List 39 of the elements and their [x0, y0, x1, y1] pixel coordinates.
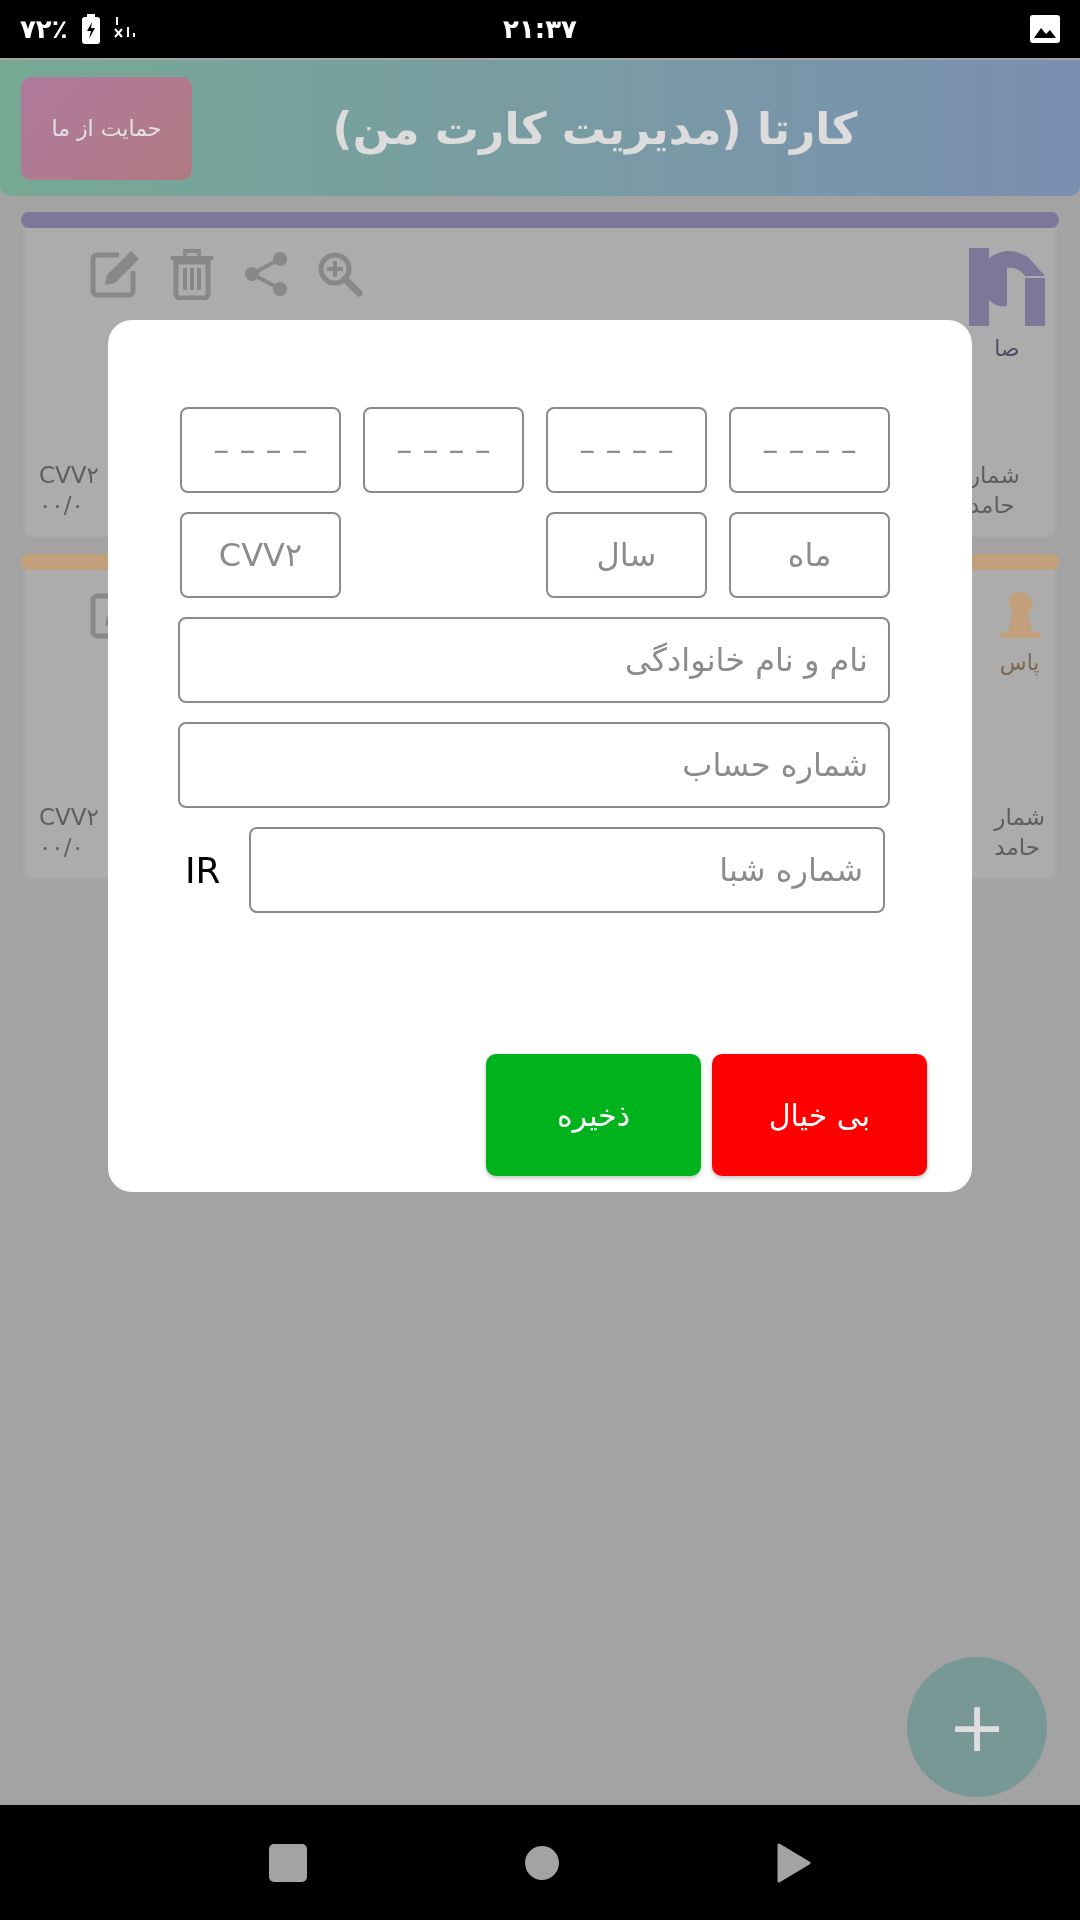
- input-field[interactable]: نام و نام خانوادگی: [178, 617, 890, 703]
- input-field[interactable]: شماره شبا: [248, 827, 885, 913]
- input-field[interactable]: CVV۲: [180, 512, 341, 598]
- battery-icon: [81, 14, 100, 44]
- card-detail: شمار: [969, 462, 1020, 488]
- card-detail: حامد: [969, 492, 1015, 518]
- input-field[interactable]: ماه: [729, 512, 890, 598]
- logo-icon: [969, 248, 1045, 326]
- image-icon: [1030, 15, 1060, 43]
- card-detail: حامد: [994, 834, 1040, 860]
- bank-name: پاس: [999, 650, 1040, 675]
- input-field[interactable]: – – – –: [546, 407, 707, 493]
- share-icon[interactable]: [243, 251, 289, 297]
- input-field[interactable]: – – – –: [180, 407, 341, 493]
- logo-icon: [997, 590, 1042, 640]
- zoom-in-icon[interactable]: [317, 251, 363, 297]
- card-detail: CVV۲: [39, 462, 100, 488]
- input-field[interactable]: – – – –: [729, 407, 890, 493]
- iban-prefix: IR: [185, 849, 221, 891]
- battery-percent: ۷۲٪: [20, 14, 68, 44]
- cancel-button[interactable]: بی خیال: [712, 1054, 927, 1176]
- home-button[interactable]: [525, 1845, 559, 1880]
- input-field[interactable]: شماره حساب: [178, 722, 890, 808]
- save-button[interactable]: ذخیره: [486, 1054, 701, 1176]
- card-detail: شمار: [994, 804, 1045, 830]
- card-detail: CVV۲: [39, 804, 100, 830]
- card-detail: ۰۰/۰: [39, 834, 85, 860]
- edit-icon[interactable]: [89, 249, 141, 299]
- app-title: کارتا (مدیریت کارت من): [331, 102, 859, 154]
- back-button[interactable]: [777, 1842, 811, 1883]
- card-detail: ۰۰/۰: [39, 492, 85, 518]
- clock: ۲۱:۳۷: [503, 14, 577, 44]
- input-field[interactable]: سال: [546, 512, 707, 598]
- add-button[interactable]: +: [907, 1657, 1047, 1797]
- bank-name: صا: [994, 336, 1020, 361]
- recent-apps-button[interactable]: [269, 1843, 307, 1882]
- input-field[interactable]: – – – –: [363, 407, 524, 493]
- support-button[interactable]: حمایت از ما: [21, 76, 192, 180]
- trash-icon[interactable]: [169, 248, 215, 300]
